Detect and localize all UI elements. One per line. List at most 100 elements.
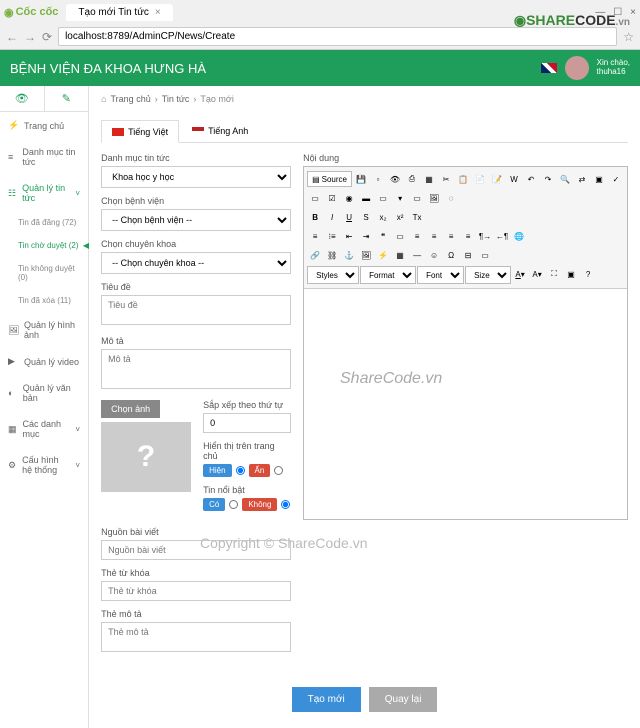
url-input[interactable]	[58, 27, 617, 46]
title-input[interactable]	[101, 295, 291, 325]
textarea-icon[interactable]: ▭	[375, 190, 391, 206]
hospital-select[interactable]: -- Chọn bệnh viện --	[101, 209, 291, 231]
close-icon[interactable]: ×	[155, 7, 161, 18]
numberlist-icon[interactable]: ≡	[307, 228, 323, 244]
form-icon[interactable]: ▭	[307, 190, 323, 206]
iframe-icon[interactable]: ▭	[477, 247, 493, 263]
new-icon[interactable]: ▫	[370, 171, 386, 187]
div-icon[interactable]: ▭	[392, 228, 408, 244]
anchor-icon[interactable]: ⚓	[341, 247, 357, 263]
submenu-deleted[interactable]: Tin đã xóa (11)	[0, 289, 88, 312]
sidebar-item-docs[interactable]: ◐Quản lý văn bản	[0, 375, 88, 411]
tab-english[interactable]: Tiếng Anh	[181, 120, 259, 142]
bookmark-icon[interactable]: ☆	[623, 30, 634, 44]
sidebar-item-home[interactable]: ⚡Trang chủ	[0, 112, 88, 139]
sort-input[interactable]	[203, 413, 291, 433]
removeformat-icon[interactable]: Tx	[409, 209, 425, 225]
align-left-icon[interactable]: ≡	[409, 228, 425, 244]
bulletlist-icon[interactable]: ⁝≡	[324, 228, 340, 244]
sidebar-item-categories[interactable]: ≡Danh mục tin tức	[0, 139, 88, 175]
italic-icon[interactable]: I	[324, 209, 340, 225]
forward-icon[interactable]: →	[24, 30, 36, 44]
superscript-icon[interactable]: x²	[392, 209, 408, 225]
submenu-rejected[interactable]: Tin không duyệt (0)	[0, 257, 88, 289]
close-window-icon[interactable]: ×	[630, 7, 636, 18]
metadesc-input[interactable]	[101, 622, 291, 652]
cut-icon[interactable]: ✂	[438, 171, 454, 187]
browser-tab[interactable]: Tạo mới Tin tức ×	[66, 4, 172, 21]
source-input[interactable]	[101, 540, 291, 560]
undo-icon[interactable]: ↶	[523, 171, 539, 187]
textcolor-icon[interactable]: A▾	[512, 266, 528, 282]
imagebutton-icon[interactable]: 🖼	[426, 190, 442, 206]
smiley-icon[interactable]: ☺	[426, 247, 442, 263]
showblocks-icon[interactable]: ▣	[563, 266, 579, 282]
about-icon[interactable]: ?	[580, 266, 596, 282]
hiddenfield-icon[interactable]: ◌	[443, 190, 459, 206]
print-icon[interactable]: ⎙	[404, 171, 420, 187]
choose-image-button[interactable]: Chọn ảnh	[101, 400, 160, 418]
format-select[interactable]: Format	[360, 266, 416, 284]
flag-uk-icon[interactable]	[541, 63, 557, 73]
preview-icon[interactable]: 👁	[387, 171, 403, 187]
save-icon[interactable]: 💾	[353, 171, 369, 187]
keyword-input[interactable]	[101, 581, 291, 601]
select-all-icon[interactable]: ▣	[591, 171, 607, 187]
submenu-published[interactable]: Tin đã đăng (72)	[0, 211, 88, 234]
align-right-icon[interactable]: ≡	[443, 228, 459, 244]
sidebar-item-images[interactable]: 🖼Quản lý hình ảnh	[0, 312, 88, 348]
subscript-icon[interactable]: x₂	[375, 209, 391, 225]
submenu-pending[interactable]: Tin chờ duyệt (2)	[0, 234, 88, 257]
desc-input[interactable]	[101, 349, 291, 389]
brush-icon[interactable]: ✎	[45, 86, 89, 111]
templates-icon[interactable]: ▦	[421, 171, 437, 187]
featured-yes-radio[interactable]	[229, 500, 238, 509]
find-icon[interactable]: 🔍	[557, 171, 573, 187]
back-icon[interactable]: ←	[6, 30, 18, 44]
outdent-icon[interactable]: ⇤	[341, 228, 357, 244]
blockquote-icon[interactable]: ❝	[375, 228, 391, 244]
show-yes-radio[interactable]	[236, 466, 245, 475]
spellcheck-icon[interactable]: ✓	[608, 171, 624, 187]
textfield-icon[interactable]: ▬	[358, 190, 374, 206]
unlink-icon[interactable]: ⛓	[324, 247, 340, 263]
breadcrumb-news[interactable]: Tin tức	[162, 94, 190, 104]
flash-icon[interactable]: ⚡	[375, 247, 391, 263]
font-select[interactable]: Font	[417, 266, 464, 284]
image-insert-icon[interactable]: 🖼	[358, 247, 374, 263]
sidebar-item-news[interactable]: ☷Quản lý tin tức˅	[0, 175, 88, 211]
eye-icon[interactable]: 👁	[0, 86, 45, 111]
radio-icon[interactable]: ◉	[341, 190, 357, 206]
replace-icon[interactable]: ⇄	[574, 171, 590, 187]
select-icon[interactable]: ▾	[392, 190, 408, 206]
breadcrumb-home[interactable]: Trang chủ	[111, 94, 151, 104]
maximize-editor-icon[interactable]: ⛶	[546, 266, 562, 282]
bold-icon[interactable]: B	[307, 209, 323, 225]
table-insert-icon[interactable]: ▦	[392, 247, 408, 263]
show-no-radio[interactable]	[274, 466, 283, 475]
specialchar-icon[interactable]: Ω	[443, 247, 459, 263]
editor-body[interactable]	[304, 289, 627, 519]
checkbox-icon[interactable]: ☑	[324, 190, 340, 206]
featured-no-radio[interactable]	[281, 500, 290, 509]
rtl-icon[interactable]: ←¶	[494, 228, 510, 244]
redo-icon[interactable]: ↷	[540, 171, 556, 187]
source-button[interactable]: ▤ Source	[307, 171, 352, 187]
create-button[interactable]: Tạo mới	[292, 687, 361, 712]
paste-word-icon[interactable]: W	[506, 171, 522, 187]
align-center-icon[interactable]: ≡	[426, 228, 442, 244]
category-select[interactable]: Khoa học y học	[101, 166, 291, 188]
bgcolor-icon[interactable]: A▾	[529, 266, 545, 282]
paste-text-icon[interactable]: 📝	[489, 171, 505, 187]
size-select[interactable]: Size	[465, 266, 511, 284]
link-icon[interactable]: 🔗	[307, 247, 323, 263]
dept-select[interactable]: -- Chọn chuyên khoa --	[101, 252, 291, 274]
underline-icon[interactable]: U	[341, 209, 357, 225]
justify-icon[interactable]: ≡	[460, 228, 476, 244]
hr-icon[interactable]: —	[409, 247, 425, 263]
strike-icon[interactable]: S	[358, 209, 374, 225]
sidebar-item-video[interactable]: ▶Quản lý video	[0, 348, 88, 375]
sidebar-item-all-categories[interactable]: ▦Các danh mục˅	[0, 411, 88, 447]
language-icon[interactable]: 🌐	[511, 228, 527, 244]
tab-vietnamese[interactable]: Tiếng Việt	[101, 120, 179, 143]
